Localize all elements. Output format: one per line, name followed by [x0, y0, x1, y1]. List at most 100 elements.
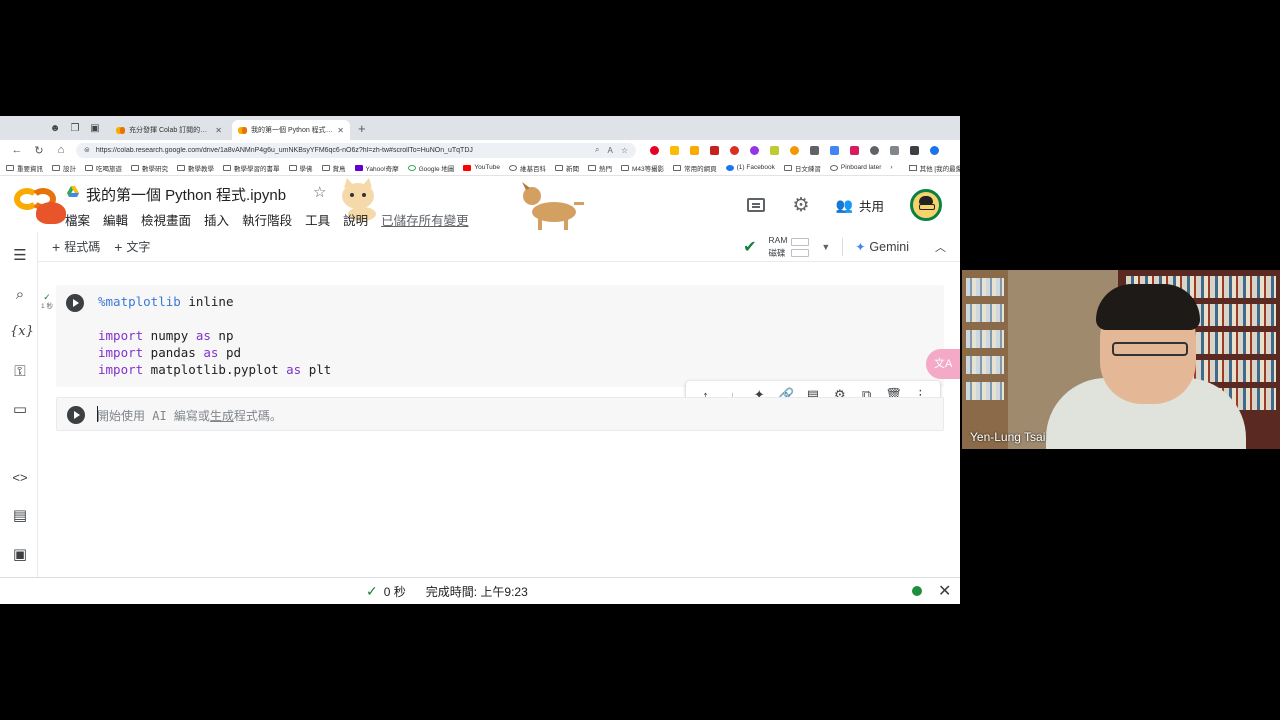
tab-groups-icon[interactable]: ❐	[66, 119, 84, 137]
code-cell[interactable]: %matplotlib inline import numpy as np imp…	[56, 285, 944, 387]
code-line: import pandas as pd	[98, 344, 331, 361]
extension-icon[interactable]	[710, 145, 719, 155]
generate-link[interactable]: 生成	[210, 409, 234, 423]
bookmark-item[interactable]: 日文練習	[783, 163, 821, 173]
menu-view[interactable]: 檢視畫面	[141, 210, 191, 229]
notebook-title[interactable]: 我的第一個 Python 程式.ipynb	[86, 184, 286, 205]
add-code-label: 程式碼	[64, 240, 101, 254]
add-code-button[interactable]: + 程式碼	[52, 238, 100, 255]
tab-colab-subscription[interactable]: 充分發揮 Colab 訂閱的價值 - Col ✕	[110, 120, 228, 140]
search-icon[interactable]: ⌕	[10, 285, 30, 305]
menu-runtime[interactable]: 執行階段	[242, 210, 292, 229]
bookmark-item[interactable]: 常用的網頁	[673, 163, 717, 173]
variables-icon[interactable]: {x}	[10, 322, 34, 342]
extension-icon[interactable]	[750, 145, 759, 155]
saved-status-link[interactable]: 已儲存所有變更	[381, 210, 469, 229]
extension-icon[interactable]	[850, 145, 859, 155]
bookmark-item[interactable]: YouTube	[463, 164, 500, 171]
bookmark-item[interactable]: Google 地圖	[407, 163, 454, 173]
extension-icon[interactable]	[690, 145, 699, 155]
keyword-token: as	[195, 328, 211, 343]
bookmark-item[interactable]: 設計	[52, 163, 76, 173]
bookmark-item[interactable]: 熱門	[587, 163, 612, 173]
menu-icon[interactable]	[910, 145, 919, 155]
share-button[interactable]: 👥 共用	[836, 196, 884, 215]
menu-help[interactable]: 說明	[343, 210, 368, 229]
add-text-button[interactable]: + 文字	[114, 238, 150, 255]
chevron-right-icon[interactable]: ›	[890, 164, 892, 171]
bookmark-item[interactable]: M43等攝影	[620, 163, 664, 173]
chevron-up-icon[interactable]: ︿	[935, 239, 946, 255]
avatar[interactable]	[910, 189, 942, 221]
secrets-key-icon[interactable]: ⚿	[10, 362, 30, 382]
files-folder-icon[interactable]: ▭	[10, 400, 30, 420]
empty-code-cell[interactable]: 開始使用 AI 編寫或生成程式碼。	[56, 397, 944, 431]
bookmark-item[interactable]: 數學研究	[131, 163, 168, 173]
bookmark-item[interactable]: (1) Facebook	[725, 164, 775, 171]
url-field[interactable]: ⊜ https://colab.research.google.com/driv…	[76, 142, 636, 158]
bookmark-item[interactable]: Yahoo!奇摩	[354, 163, 399, 173]
code-snippets-icon[interactable]: <>	[10, 468, 30, 488]
bookmark-label: 熱門	[598, 165, 612, 173]
run-cell-button[interactable]	[67, 406, 85, 424]
execution-info[interactable]: ✓ 1 秒	[38, 293, 56, 311]
bookmark-label: 學佛	[299, 165, 313, 173]
copilot-icon[interactable]	[930, 145, 939, 155]
reload-icon[interactable]: ↻	[28, 144, 50, 157]
google-drive-icon[interactable]	[67, 186, 79, 197]
pinterest-icon[interactable]	[650, 145, 659, 155]
menu-edit[interactable]: 編輯	[103, 210, 128, 229]
code-editor[interactable]: %matplotlib inline import numpy as np imp…	[98, 293, 331, 378]
extension-icon[interactable]	[670, 145, 679, 155]
extension-icon[interactable]	[770, 145, 779, 155]
star-icon[interactable]: ☆	[313, 183, 326, 201]
extension-icon[interactable]	[790, 145, 799, 155]
tab-close-icon[interactable]: ✕	[337, 126, 344, 135]
run-cell-button[interactable]	[66, 294, 84, 312]
zoom-icon[interactable]: ⌕	[595, 145, 599, 155]
extension-icon[interactable]	[830, 145, 839, 155]
cell-placeholder[interactable]: 開始使用 AI 編寫或生成程式碼。	[97, 407, 282, 424]
extensions-menu-icon[interactable]	[890, 145, 899, 155]
close-icon[interactable]: ✕	[938, 581, 951, 601]
menu-file[interactable]: 檔案	[65, 210, 90, 229]
webcam-video: Yen-Lung Tsai	[962, 270, 1280, 449]
menu-tools[interactable]: 工具	[305, 210, 330, 229]
profile-icon[interactable]: ☻	[46, 119, 64, 137]
back-icon[interactable]: ←	[6, 144, 28, 156]
site-info-icon[interactable]: ⊜	[84, 146, 90, 154]
menu-insert[interactable]: 插入	[204, 210, 229, 229]
bookmark-item[interactable]: Pinboard later	[829, 164, 881, 171]
bookmark-item[interactable]: 數學學習的書單	[223, 163, 280, 173]
bookmark-item[interactable]: 維基百科	[508, 163, 546, 173]
gemini-button[interactable]: ✦ Gemini	[855, 240, 909, 254]
new-tab-button[interactable]: +	[358, 121, 366, 136]
translate-icon[interactable]: 文A	[926, 349, 960, 379]
command-palette-icon[interactable]: ▤	[10, 506, 30, 526]
favorite-star-icon[interactable]: ☆	[621, 146, 628, 155]
resource-labels[interactable]: RAM 磁碟	[769, 234, 788, 260]
read-aloud-icon[interactable]: A	[607, 146, 612, 155]
colab-logo[interactable]	[14, 184, 66, 224]
home-icon[interactable]: ⌂	[50, 144, 72, 156]
comments-icon[interactable]	[746, 198, 765, 212]
resource-meters[interactable]	[791, 237, 810, 257]
bookmark-item[interactable]: 吃喝旅遊	[85, 163, 122, 173]
extension-icon[interactable]	[870, 145, 879, 155]
tab-close-icon[interactable]: ✕	[215, 126, 222, 135]
tab-notebook[interactable]: 我的第一個 Python 程式.ipynb - ✕	[232, 120, 350, 140]
tab-actions-icon[interactable]: ▣	[86, 119, 104, 137]
table-of-contents-icon[interactable]: ☰	[10, 246, 30, 266]
bookmark-item[interactable]: 重要資訊	[6, 163, 43, 173]
terminal-icon[interactable]: ▣	[10, 545, 30, 565]
bookmark-item[interactable]: 學佛	[288, 163, 313, 173]
settings-gear-icon[interactable]: ⚙	[793, 194, 810, 217]
extension-icon[interactable]	[810, 145, 819, 155]
bookmark-item[interactable]: 新聞	[554, 163, 579, 173]
extension-icon[interactable]	[730, 145, 739, 155]
execution-status[interactable]: ✓ 0 秒 完成時間: 上午9:23	[366, 583, 528, 600]
chevron-down-icon[interactable]: ▼	[821, 242, 830, 252]
bookmark-item[interactable]: 數學教學	[177, 163, 214, 173]
other-bookmarks[interactable]: › 其他 [我的最愛]	[890, 163, 960, 173]
bookmark-item[interactable]: 賞鳥	[321, 163, 346, 173]
